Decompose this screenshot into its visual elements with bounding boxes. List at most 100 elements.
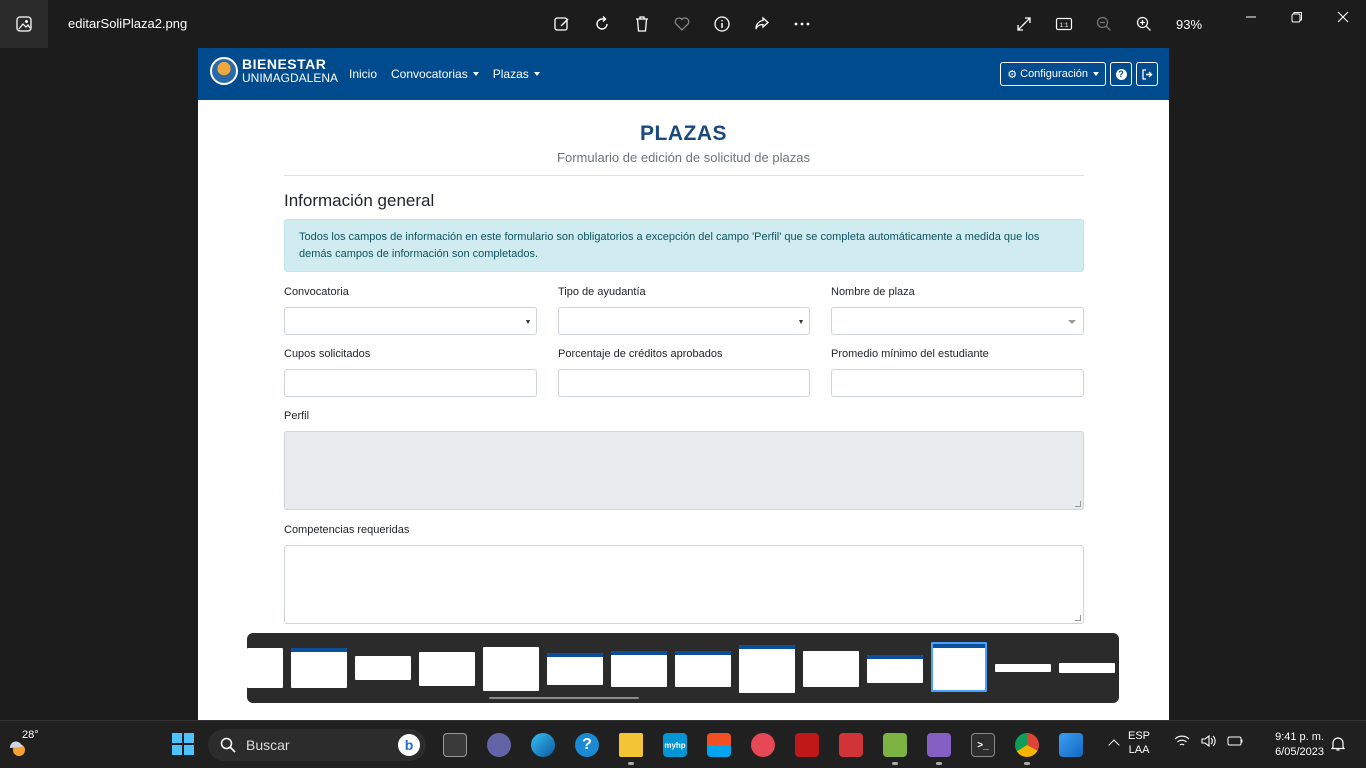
mcafee-icon[interactable] [789,729,825,761]
thumbnail[interactable] [995,664,1051,672]
thumbnail[interactable] [355,656,411,680]
snipping-tool-icon[interactable] [745,729,781,761]
cupos-input[interactable] [284,369,537,397]
page-title: PLAZAS [640,122,727,145]
weather-icon [9,741,25,756]
thumbnail[interactable] [483,647,539,691]
lang-layout: LAA [1128,744,1150,756]
search-icon [220,737,236,753]
nav-inicio[interactable]: Inicio [349,67,377,81]
filmstrip-scrollbar[interactable] [489,697,639,699]
perfil-textarea [284,431,1084,510]
input-language[interactable]: ESP LAA [1128,729,1150,757]
convocatoria-label: Convocatoria [284,286,349,298]
university-logo [210,57,238,85]
thumbnail[interactable] [803,651,859,687]
store-icon[interactable] [701,729,737,761]
viewer-toolbar: editarSoliPlaza2.png 1:1 93% [0,0,1366,48]
thumbnail-current[interactable] [931,642,987,692]
system-clock[interactable]: 9:41 p. m. 6/05/2023 [1262,730,1324,760]
close-icon[interactable] [1320,6,1366,28]
thumbnail[interactable] [611,651,667,687]
thumbnail[interactable] [739,645,795,693]
navbar: BIENESTAR UNIMAGDALENA Inicio Convocator… [198,48,1169,100]
chevron-down-icon [1093,72,1099,76]
visual-studio-code-icon[interactable] [877,729,913,765]
promedio-input[interactable] [831,369,1084,397]
thumbnail[interactable] [675,651,731,687]
brand[interactable]: BIENESTAR UNIMAGDALENA [210,57,338,85]
myhp-icon[interactable]: myhp [657,729,693,761]
brand-subtitle: UNIMAGDALENA [242,71,339,85]
taskbar: 28° Buscar b ? myhp >_ ESP LAA 9:41 p. m… [0,720,1366,768]
logout-icon [1141,68,1152,80]
teams-icon[interactable] [481,729,517,761]
favorite-icon[interactable] [668,10,696,38]
start-button[interactable] [172,733,194,755]
minimize-icon[interactable] [1228,6,1274,28]
convocatoria-select[interactable] [284,307,537,335]
competencias-textarea[interactable] [284,545,1084,624]
actual-size-icon[interactable]: 1:1 [1050,10,1078,38]
fullscreen-icon[interactable] [1010,10,1038,38]
filmstrip [247,633,1119,703]
zoom-out-icon[interactable] [1090,10,1118,38]
nombre-plaza-select[interactable] [831,307,1084,335]
help-button[interactable]: ? [1110,62,1132,86]
thumbnail[interactable] [419,652,475,686]
more-icon[interactable] [788,10,816,38]
task-view-icon[interactable] [437,729,473,761]
photos-app-icon[interactable] [0,0,48,48]
clock-time: 9:41 p. m. [1275,731,1324,743]
config-label: Configuración [1020,68,1088,80]
restore-icon[interactable] [1274,6,1320,28]
gear-icon: ⚙ [1007,68,1018,81]
toolbox-icon[interactable] [833,729,869,761]
info-icon[interactable] [708,10,736,38]
help-app-icon[interactable]: ? [569,729,605,761]
thumbnail[interactable] [247,648,283,688]
share-icon[interactable] [748,10,776,38]
divider [284,175,1084,176]
nav-convocatorias[interactable]: Convocatorias [391,67,479,81]
porcentaje-label: Porcentaje de créditos aprobados [558,348,723,360]
rotate-icon[interactable] [588,10,616,38]
resize-grip-icon [1075,501,1081,507]
config-button[interactable]: ⚙ Configuración [1000,62,1106,86]
tipo-ayudantia-label: Tipo de ayudantía [558,286,646,298]
file-explorer-icon[interactable] [613,729,649,765]
battery-icon[interactable] [1226,734,1244,753]
porcentaje-input[interactable] [558,369,810,397]
photos-icon[interactable] [1053,729,1089,761]
bing-icon[interactable]: b [398,734,420,756]
resize-grip-icon [1075,615,1081,621]
help-icon: ? [1115,68,1127,80]
zoom-level: 93% [1176,16,1203,32]
wifi-icon[interactable] [1174,734,1190,753]
visual-studio-icon[interactable] [921,729,957,765]
thumbnail[interactable] [867,655,923,683]
edge-icon[interactable] [525,729,561,761]
thumbnail[interactable] [1059,663,1115,673]
volume-icon[interactable] [1200,734,1216,753]
taskbar-search[interactable]: Buscar b [208,729,426,761]
edit-image-icon[interactable] [548,10,576,38]
chevron-up-icon[interactable] [1108,739,1120,751]
image-canvas: BIENESTAR UNIMAGDALENA Inicio Convocator… [198,48,1169,720]
thumbnail[interactable] [291,648,347,688]
lang-code: ESP [1128,730,1151,742]
svg-text:1:1: 1:1 [1059,22,1068,29]
chrome-icon[interactable] [1009,729,1045,765]
notifications-icon[interactable] [1330,736,1346,757]
search-placeholder: Buscar [246,737,290,753]
thumbnail[interactable] [547,653,603,685]
delete-icon[interactable] [628,10,656,38]
cupos-label: Cupos solicitados [284,348,371,360]
nav-plazas[interactable]: Plazas [493,67,540,81]
zoom-in-icon[interactable] [1130,10,1158,38]
terminal-icon[interactable]: >_ [965,729,1001,761]
logout-button[interactable] [1136,62,1158,86]
competencias-label: Competencias requeridas [284,524,410,536]
tipo-ayudantia-select[interactable] [558,307,810,335]
info-alert: Todos los campos de información en este … [284,219,1084,272]
